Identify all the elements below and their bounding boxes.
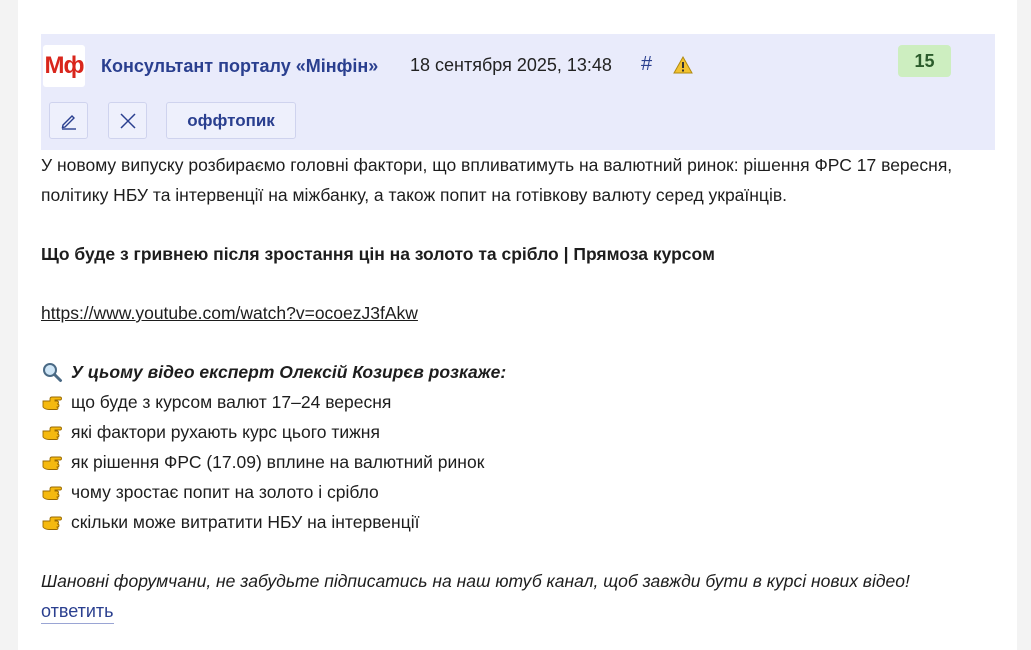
list-item: скільки може витратити НБУ на інтервенці… bbox=[41, 507, 991, 537]
offtopic-tag-button[interactable]: оффтопик bbox=[166, 102, 296, 139]
video-headline: Що буде з гривнею після зростання цін на… bbox=[41, 244, 715, 264]
list-item: чому зростає попит на золото і срібло bbox=[41, 477, 991, 507]
pointing-hand-icon bbox=[42, 426, 62, 440]
list-item: що буде з курсом валют 17–24 вересня bbox=[41, 387, 991, 417]
pointing-hand-icon bbox=[42, 396, 62, 410]
list-item-text: що буде з курсом валют 17–24 вересня bbox=[71, 392, 392, 412]
youtube-link[interactable]: https://www.youtube.com/watch?v=ocoezJ3f… bbox=[41, 303, 418, 323]
warning-icon[interactable] bbox=[673, 55, 693, 75]
post-datetime: 18 сентября 2025, 13:48 bbox=[410, 55, 612, 75]
reply-link[interactable]: ответить bbox=[41, 601, 114, 624]
pointing-hand-icon bbox=[42, 456, 62, 470]
pencil-icon bbox=[61, 114, 76, 130]
permalink-hash-link[interactable]: # bbox=[641, 53, 652, 76]
list-item: які фактори рухають курс цього тижня bbox=[41, 417, 991, 447]
list-item: як рішення ФРС (17.09) вплине на валютни… bbox=[41, 447, 991, 477]
close-button[interactable] bbox=[108, 102, 147, 139]
magnifier-icon bbox=[43, 363, 62, 382]
edit-button[interactable] bbox=[49, 102, 88, 139]
list-item-text: які фактори рухають курс цього тижня bbox=[71, 422, 380, 442]
pointing-hand-icon bbox=[42, 516, 62, 530]
close-icon bbox=[119, 112, 136, 129]
expert-line-text: У цьому відео експерт Олексій Козирєв ро… bbox=[71, 362, 507, 382]
author-avatar[interactable]: Мф bbox=[43, 45, 85, 87]
intro-paragraph: У новому випуску розбираємо головні факт… bbox=[41, 155, 953, 205]
author-name-link[interactable]: Консультант порталу «Мінфін» bbox=[101, 56, 378, 77]
list-item-text: як рішення ФРС (17.09) вплине на валютни… bbox=[71, 452, 485, 472]
post-header: Мф Консультант порталу «Мінфін» 18 сентя… bbox=[41, 34, 995, 150]
points-list: що буде з курсом валют 17–24 вересня які… bbox=[41, 387, 991, 537]
list-item-text: чому зростає попит на золото і срібло bbox=[71, 482, 379, 502]
expert-line: У цьому відео експерт Олексій Козирєв ро… bbox=[41, 357, 991, 387]
rating-badge[interactable]: 15 bbox=[898, 45, 951, 77]
list-item-text: скільки може витратити НБУ на інтервенці… bbox=[71, 512, 420, 532]
forum-post-card: Мф Консультант порталу «Мінфін» 18 сентя… bbox=[18, 0, 1017, 650]
post-body: У новому випуску розбираємо головні факт… bbox=[41, 150, 991, 596]
closing-paragraph: Шановні форумчани, не забудьте підписати… bbox=[41, 571, 910, 591]
pointing-hand-icon bbox=[42, 486, 62, 500]
